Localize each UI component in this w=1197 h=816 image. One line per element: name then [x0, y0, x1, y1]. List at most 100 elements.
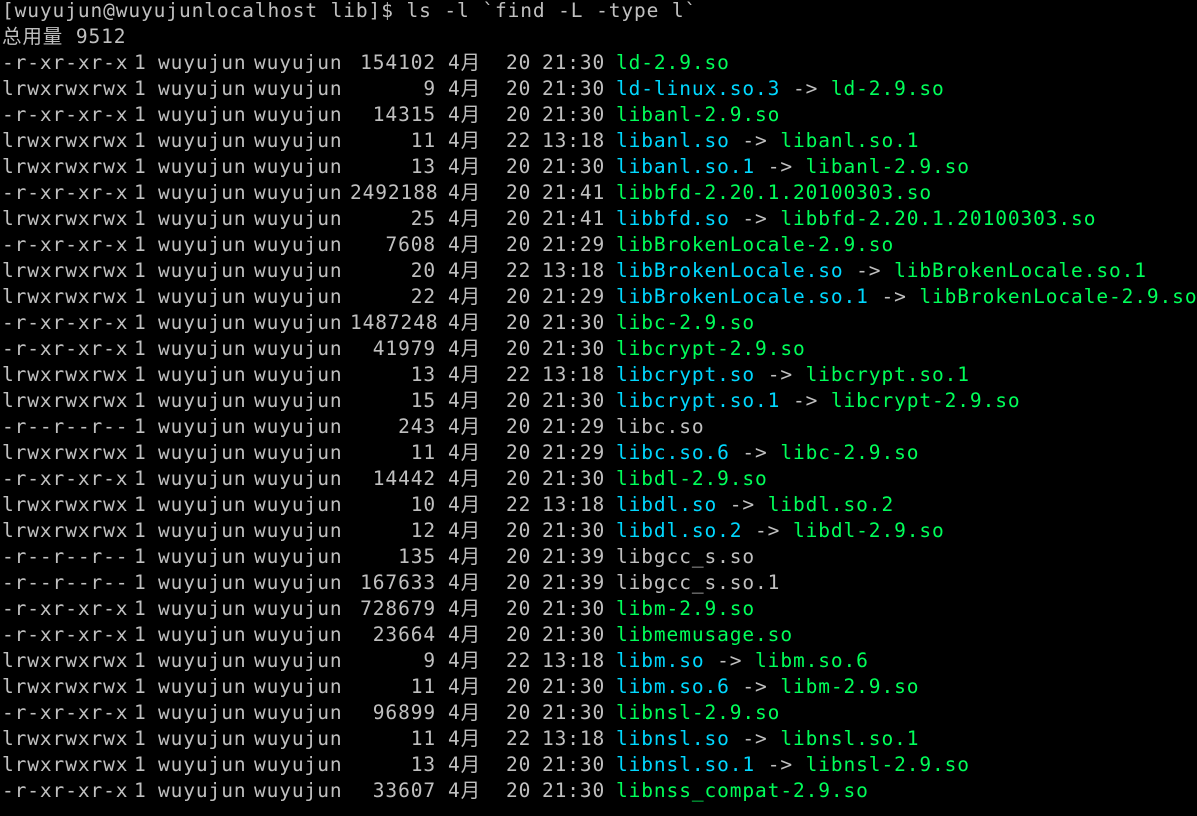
symlink-target: libanl-2.9.so — [805, 155, 970, 178]
link-count: 1 — [134, 519, 147, 542]
month: 4月 — [448, 545, 482, 568]
time: 21:29 — [542, 233, 606, 256]
permissions: -r-xr-xr-x — [2, 779, 129, 802]
day: 20 — [506, 207, 532, 230]
symlink-target: libnsl.so.1 — [780, 727, 920, 750]
owner: wuyujun — [158, 103, 247, 126]
symlink-target: libdl.so.2 — [767, 493, 895, 516]
month: 4月 — [448, 285, 482, 308]
permissions: lrwxrwxrwx — [2, 727, 129, 750]
owner: wuyujun — [158, 155, 247, 178]
month: 4月 — [448, 779, 482, 802]
time: 21:30 — [542, 155, 606, 178]
link-count: 1 — [134, 701, 147, 724]
month: 4月 — [448, 519, 482, 542]
day: 20 — [506, 753, 532, 776]
file-size: 13 — [410, 753, 436, 776]
permissions: lrwxrwxrwx — [2, 441, 129, 464]
day: 20 — [506, 467, 532, 490]
file-size: 9 — [423, 77, 436, 100]
file-name-cell: libdl.so -> libdl.so.2 — [616, 492, 894, 518]
time: 21:30 — [542, 103, 606, 126]
symlink-target: ld-2.9.so — [830, 77, 945, 100]
group: wuyujun — [254, 623, 343, 646]
file-name: libnss_compat-2.9.so — [616, 779, 869, 802]
link-count: 1 — [134, 441, 147, 464]
group: wuyujun — [254, 675, 343, 698]
link-count: 1 — [134, 779, 147, 802]
file-name-cell: libnsl.so -> libnsl.so.1 — [616, 726, 919, 752]
symlink-target: libnsl-2.9.so — [805, 753, 970, 776]
day: 22 — [506, 727, 532, 750]
owner: wuyujun — [158, 337, 247, 360]
group: wuyujun — [254, 311, 343, 334]
group: wuyujun — [254, 363, 343, 386]
permissions: -r-xr-xr-x — [2, 701, 129, 724]
owner: wuyujun — [158, 753, 247, 776]
month: 4月 — [448, 493, 482, 516]
month: 4月 — [448, 337, 482, 360]
file-name-cell: libgcc_s.so.1 — [616, 570, 780, 596]
permissions: -r-xr-xr-x — [2, 623, 129, 646]
file-name: libnsl.so.1 — [616, 753, 756, 776]
group: wuyujun — [254, 753, 343, 776]
symlink-arrow: -> — [856, 259, 882, 282]
month: 4月 — [448, 675, 482, 698]
file-name-cell: libc.so.6 -> libc-2.9.so — [616, 440, 919, 466]
permissions: -r-xr-xr-x — [2, 597, 129, 620]
file-name: libnsl.so — [616, 727, 730, 750]
file-name-cell: libm.so -> libm.so.6 — [616, 648, 869, 674]
link-count: 1 — [134, 129, 147, 152]
month: 4月 — [448, 103, 482, 126]
link-count: 1 — [134, 207, 147, 230]
owner: wuyujun — [158, 467, 247, 490]
day: 20 — [506, 103, 532, 126]
file-size: 15 — [410, 389, 436, 412]
file-size: 167633 — [360, 571, 436, 594]
file-size: 11 — [410, 441, 436, 464]
file-name: libdl.so — [616, 493, 718, 516]
day: 20 — [506, 779, 532, 802]
file-size: 135 — [398, 545, 436, 568]
file-size: 20 — [410, 259, 436, 282]
day: 20 — [506, 233, 532, 256]
file-size: 2492188 — [350, 181, 439, 204]
owner: wuyujun — [158, 285, 247, 308]
terminal-window[interactable]: [wuyujun@wuyujunlocalhost lib]$ ls -l `f… — [0, 0, 1197, 816]
owner: wuyujun — [158, 675, 247, 698]
link-count: 1 — [134, 389, 147, 412]
day: 20 — [506, 415, 532, 438]
file-size: 14315 — [372, 103, 436, 126]
symlink-target: libm-2.9.so — [780, 675, 920, 698]
permissions: -r-xr-xr-x — [2, 311, 129, 334]
group: wuyujun — [254, 415, 343, 438]
month: 4月 — [448, 51, 482, 74]
day: 20 — [506, 51, 532, 74]
permissions: -r-xr-xr-x — [2, 233, 129, 256]
permissions: lrwxrwxrwx — [2, 77, 129, 100]
time: 21:41 — [542, 207, 606, 230]
file-size: 33607 — [372, 779, 436, 802]
month: 4月 — [448, 155, 482, 178]
permissions: -r-xr-xr-x — [2, 467, 129, 490]
file-size: 728679 — [360, 597, 436, 620]
day: 20 — [506, 337, 532, 360]
group: wuyujun — [254, 259, 343, 282]
link-count: 1 — [134, 259, 147, 282]
file-size: 243 — [398, 415, 436, 438]
group: wuyujun — [254, 129, 343, 152]
file-size: 154102 — [360, 51, 436, 74]
file-name: ld-2.9.so — [616, 51, 730, 74]
link-count: 1 — [134, 675, 147, 698]
file-size: 96899 — [372, 701, 436, 724]
file-name: libnsl-2.9.so — [616, 701, 781, 724]
permissions: -r--r--r-- — [2, 415, 129, 438]
owner: wuyujun — [158, 181, 247, 204]
file-size: 25 — [410, 207, 436, 230]
time: 21:30 — [542, 337, 606, 360]
day: 22 — [506, 493, 532, 516]
time: 21:30 — [542, 701, 606, 724]
time: 21:41 — [542, 181, 606, 204]
file-size: 14442 — [372, 467, 436, 490]
file-name-cell: libBrokenLocale.so -> libBrokenLocale.so… — [616, 258, 1147, 284]
